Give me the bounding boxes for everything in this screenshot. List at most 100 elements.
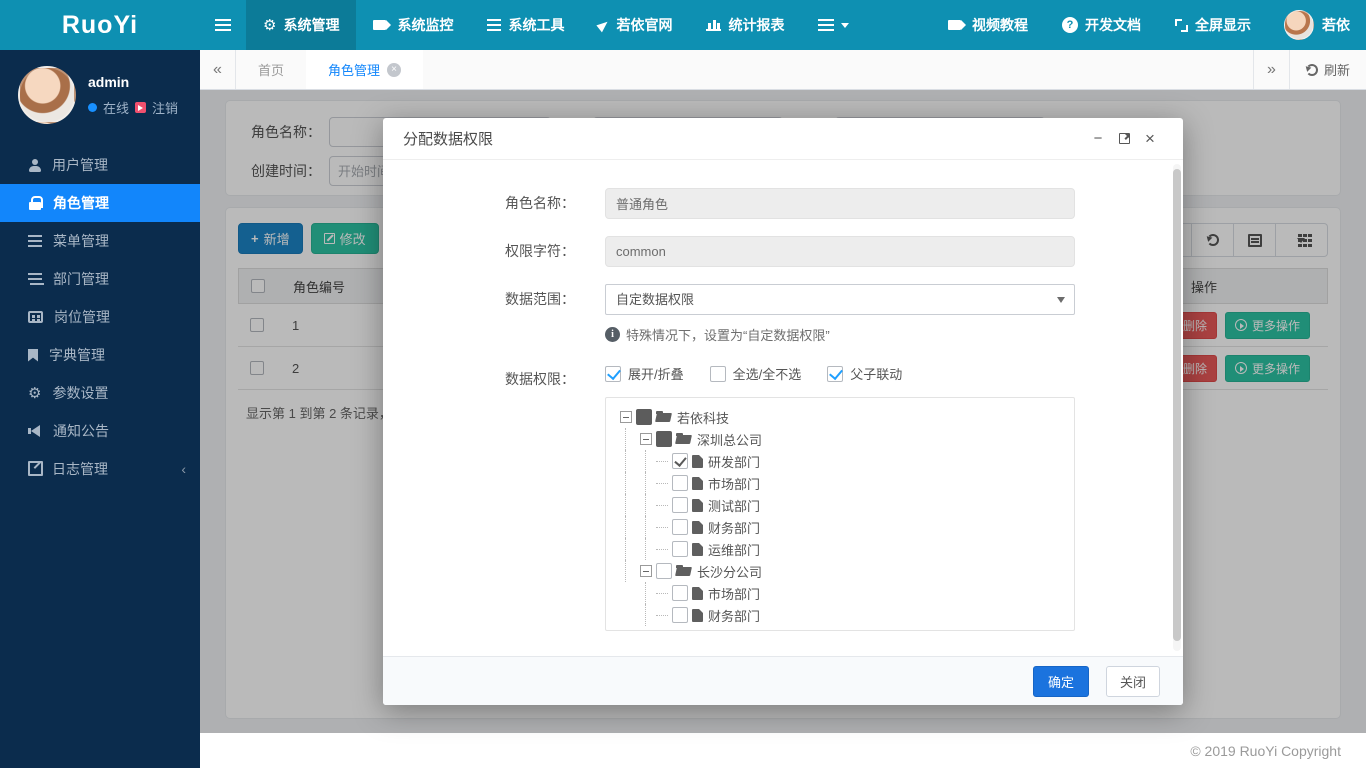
tree-node-label[interactable]: 测试部门 (708, 496, 760, 515)
nav-item-system-manage[interactable]: ⚙ 系统管理 (246, 0, 356, 50)
sidebar-item-dict-manage[interactable]: 字典管理 (0, 336, 200, 374)
avatar[interactable] (18, 66, 76, 124)
modal-body: 角色名称： 权限字符： 数据范围： 自定数据权限 特殊情况下，设置为“自定数据权… (383, 160, 1183, 656)
nav-item-video-tutorial[interactable]: 视频教程 (931, 0, 1045, 50)
tree-checkbox-unchecked[interactable] (672, 519, 688, 535)
folder-icon (676, 433, 692, 445)
tree-node[interactable]: 深圳总公司 (616, 428, 1064, 450)
tree-node-label[interactable]: 长沙分公司 (697, 562, 762, 581)
tree-node[interactable]: 市场部门 (616, 582, 1064, 604)
tab-refresh-button[interactable]: 刷新 (1289, 50, 1366, 89)
tree-checkbox-partial[interactable] (636, 409, 652, 425)
nav-item-label: 视频教程 (972, 15, 1028, 35)
tree-node[interactable]: 财务部门 (616, 516, 1064, 538)
tree-checkbox-unchecked[interactable] (656, 563, 672, 579)
tree-node[interactable]: 市场部门 (616, 472, 1064, 494)
nav-item-system-tools[interactable]: 系统工具 (470, 0, 581, 50)
tree-node-label[interactable]: 运维部门 (708, 540, 760, 559)
tree-connector (656, 615, 668, 616)
sidebar-item-label: 菜单管理 (53, 231, 109, 251)
tree-node-label[interactable]: 财务部门 (708, 606, 760, 625)
list-icon (487, 24, 501, 26)
tree-checkbox-checked[interactable] (672, 453, 688, 469)
navbar-user-menu[interactable]: 若依 (1268, 0, 1366, 50)
checkbox-unchecked[interactable] (710, 366, 726, 382)
tree-collapse-toggle[interactable] (640, 433, 652, 445)
sidebar-item-user-manage[interactable]: 用户管理 (0, 146, 200, 184)
option-select-all[interactable]: 全选/全不选 (710, 364, 802, 383)
edit-log-icon (28, 463, 41, 476)
confirm-button[interactable]: 确定 (1033, 666, 1089, 697)
nav-more-menu-button[interactable] (801, 0, 866, 50)
tree-collapse-toggle[interactable] (620, 411, 632, 423)
bookmark-icon (28, 349, 38, 362)
tabs-scroll-left-button[interactable]: « (200, 50, 236, 89)
copyright-text: © 2019 RuoYi Copyright (1190, 743, 1341, 759)
tree-checkbox-unchecked[interactable] (672, 585, 688, 601)
tree-node-label[interactable]: 财务部门 (708, 518, 760, 537)
data-scope-select[interactable]: 自定数据权限 (605, 284, 1075, 315)
sidebar-item-notice[interactable]: 通知公告 (0, 412, 200, 450)
tree-connector (645, 516, 656, 538)
sidebar-item-label: 用户管理 (52, 155, 108, 175)
tree-checkbox-partial[interactable] (656, 431, 672, 447)
tabbar-spacer (423, 50, 1253, 89)
modal-footer: 确定 关闭 (383, 656, 1183, 705)
logout-link[interactable]: 注销 (152, 98, 178, 117)
modal-scrollbar[interactable] (1173, 164, 1181, 651)
tree-node-label[interactable]: 若依科技 (677, 408, 729, 427)
checkbox-checked[interactable] (605, 366, 621, 382)
tree-node-label[interactable]: 市场部门 (708, 474, 760, 493)
tree-node[interactable]: 研发部门 (616, 450, 1064, 472)
tab-close-icon[interactable]: × (387, 63, 401, 77)
sign-out-icon (135, 102, 146, 113)
tree-connector (645, 604, 656, 626)
tree-node[interactable]: 长沙分公司 (616, 560, 1064, 582)
sidebar-item-param-settings[interactable]: ⚙ 参数设置 (0, 374, 200, 412)
tree-node[interactable]: 财务部门 (616, 604, 1064, 626)
tree-node-label[interactable]: 深圳总公司 (697, 430, 762, 449)
option-expand-collapse[interactable]: 展开/折叠 (605, 364, 684, 383)
tab-home[interactable]: 首页 (236, 50, 306, 89)
gear-icon: ⚙ (263, 18, 276, 33)
tree-collapse-toggle[interactable] (640, 565, 652, 577)
nav-item-official-site[interactable]: 若依官网 (581, 0, 689, 50)
tree-node[interactable]: 运维部门 (616, 538, 1064, 560)
data-scope-selected-value: 自定数据权限 (616, 292, 694, 307)
close-modal-button[interactable]: 关闭 (1106, 666, 1160, 697)
tree-node[interactable]: 若依科技 (616, 406, 1064, 428)
checkbox-checked[interactable] (827, 366, 843, 382)
nav-item-system-monitor[interactable]: 系统监控 (356, 0, 470, 50)
tabs-scroll-right-button[interactable]: » (1253, 50, 1289, 89)
option-parent-child-link[interactable]: 父子联动 (827, 364, 902, 383)
sidebar-item-log-manage[interactable]: 日志管理 ‹ (0, 450, 200, 488)
sidebar-item-dept-manage[interactable]: 部门管理 (0, 260, 200, 298)
sidebar-item-post-manage[interactable]: 岗位管理 (0, 298, 200, 336)
tab-role-manage[interactable]: 角色管理 × (306, 50, 423, 89)
sidebar-item-label: 岗位管理 (54, 307, 110, 327)
nav-item-fullscreen[interactable]: 全屏显示 (1158, 0, 1268, 50)
tree-node-label[interactable]: 市场部门 (708, 584, 760, 603)
maximize-button[interactable] (1111, 130, 1137, 147)
scrollbar-thumb[interactable] (1173, 169, 1181, 641)
sidebar-toggle-button[interactable] (200, 0, 246, 50)
minimize-button[interactable]: − (1085, 130, 1111, 147)
tree-node[interactable]: 测试部门 (616, 494, 1064, 516)
brand-logo[interactable]: RuoYi (0, 0, 200, 50)
sidebar-item-role-manage[interactable]: 角色管理 (0, 184, 200, 222)
file-icon (692, 499, 703, 512)
sidebar-item-label: 日志管理 (52, 459, 108, 479)
tree-node-label[interactable]: 研发部门 (708, 452, 760, 471)
close-button[interactable]: × (1137, 129, 1163, 149)
tree-checkbox-unchecked[interactable] (672, 497, 688, 513)
tree-checkbox-unchecked[interactable] (672, 607, 688, 623)
nav-item-dev-docs[interactable]: 开发文档 (1045, 0, 1158, 50)
chevron-left-icon: ‹ (181, 461, 186, 477)
sidebar-item-menu-manage[interactable]: 菜单管理 (0, 222, 200, 260)
option-label: 全选/全不选 (733, 364, 802, 383)
nav-item-report[interactable]: 统计报表 (689, 0, 801, 50)
tree-connector (656, 505, 668, 506)
tree-checkbox-unchecked[interactable] (672, 541, 688, 557)
modal-role-key-label: 权限字符： (383, 236, 605, 267)
tree-checkbox-unchecked[interactable] (672, 475, 688, 491)
